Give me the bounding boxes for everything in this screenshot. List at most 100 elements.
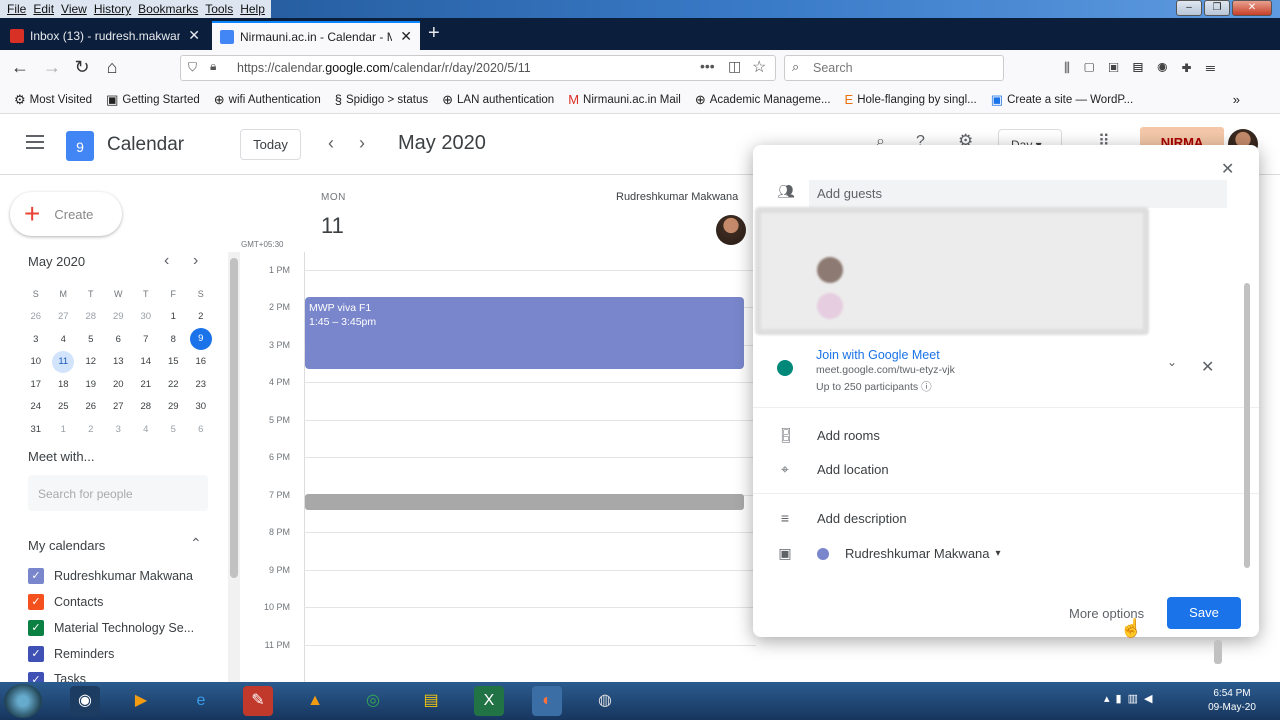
- day-number[interactable]: 11: [321, 213, 344, 239]
- lock-icon[interactable]: 🔒︎: [210, 59, 216, 74]
- next-day-icon[interactable]: ›: [359, 133, 365, 154]
- maximize-button[interactable]: ❐: [1204, 0, 1230, 16]
- info-icon[interactable]: ⓘ: [921, 381, 932, 393]
- mini-day[interactable]: 3: [105, 424, 133, 435]
- mini-day[interactable]: 27: [105, 401, 133, 412]
- mini-day[interactable]: 3: [22, 334, 50, 345]
- close-icon[interactable]: ✕: [400, 28, 412, 45]
- mini-day[interactable]: 4: [50, 334, 78, 345]
- reload-icon[interactable]: ↻: [70, 57, 94, 78]
- internet-explorer-icon[interactable]: e: [186, 686, 216, 716]
- tab-inbox[interactable]: Inbox (13) - rudresh.makwana@ ✕: [2, 21, 208, 50]
- bookmark-lan[interactable]: ⊕ LAN authentication: [442, 92, 554, 108]
- mini-day[interactable]: 6: [105, 334, 133, 345]
- bookmark-getting-started[interactable]: ▣ Getting Started: [106, 92, 200, 108]
- mini-day[interactable]: 5: [160, 424, 188, 435]
- calendar-item[interactable]: ✓ Reminders: [28, 646, 114, 662]
- back-icon[interactable]: ←: [8, 57, 32, 78]
- create-button[interactable]: + Create: [10, 192, 122, 236]
- checkbox-icon[interactable]: ✓: [28, 594, 44, 610]
- star-icon[interactable]: ☆: [752, 57, 766, 77]
- pocket-icon[interactable]: ◫: [728, 58, 741, 75]
- mini-day[interactable]: 21: [132, 379, 160, 390]
- page-scrollbar-thumb[interactable]: [1214, 640, 1222, 664]
- browser-search-input[interactable]: Search: [784, 55, 1004, 81]
- mini-day[interactable]: 1: [50, 424, 78, 435]
- previous-day-icon[interactable]: ‹: [328, 133, 334, 154]
- bookmark-hole-flanging[interactable]: E Hole-flanging by singl...: [845, 92, 977, 107]
- mini-day[interactable]: 24: [22, 401, 50, 412]
- mini-day[interactable]: 8: [160, 334, 188, 345]
- bookmark-mail[interactable]: M Nirmauni.ac.in Mail: [568, 92, 681, 107]
- forward-icon[interactable]: →: [40, 57, 64, 78]
- home-icon[interactable]: ⌂: [100, 57, 124, 78]
- mini-day[interactable]: 12: [77, 356, 105, 367]
- mini-day[interactable]: 2: [187, 311, 215, 322]
- mini-day[interactable]: 30: [187, 401, 215, 412]
- menu-edit[interactable]: Edit: [33, 2, 54, 16]
- menu-view[interactable]: View: [61, 2, 87, 16]
- mini-day[interactable]: 27: [50, 311, 78, 322]
- chevron-down-icon[interactable]: ⌄: [1167, 355, 1177, 369]
- mini-day[interactable]: 22: [160, 379, 188, 390]
- mini-day[interactable]: 6: [187, 424, 215, 435]
- bookmark-academic[interactable]: ⊕ Academic Manageme...: [695, 92, 831, 108]
- window-close-button[interactable]: ✕: [1232, 0, 1272, 16]
- save-button[interactable]: Save: [1167, 597, 1241, 629]
- today-button[interactable]: Today: [240, 129, 301, 160]
- mini-day-selected[interactable]: 11: [52, 350, 75, 373]
- add-description-row[interactable]: ≡ Add description: [777, 510, 907, 526]
- mini-day[interactable]: 17: [22, 379, 50, 390]
- mini-day[interactable]: 14: [132, 356, 160, 367]
- checkbox-icon[interactable]: ✓: [28, 620, 44, 636]
- add-location-row[interactable]: ⌖ Add location: [777, 461, 889, 478]
- mini-prev-icon[interactable]: ‹: [164, 252, 169, 270]
- menu-help[interactable]: Help: [240, 2, 265, 16]
- scrollbar-thumb[interactable]: [230, 258, 238, 578]
- menu-bookmarks[interactable]: Bookmarks: [138, 2, 198, 16]
- add-guests-input[interactable]: Add guests: [809, 180, 1227, 208]
- url-bar[interactable]: https://calendar. google.com/calendar/r/d…: [180, 55, 776, 81]
- mini-day[interactable]: 31: [22, 424, 50, 435]
- mini-day[interactable]: 26: [22, 311, 50, 322]
- scrollbar-thumb[interactable]: [1244, 283, 1250, 568]
- taskbar-app-icon[interactable]: ◉: [70, 686, 100, 716]
- menu-tools[interactable]: Tools: [205, 2, 233, 16]
- bookmarks-overflow-icon[interactable]: »: [1233, 92, 1240, 107]
- mini-day[interactable]: 30: [132, 311, 160, 322]
- mini-day[interactable]: 5: [77, 334, 105, 345]
- mini-day[interactable]: 13: [105, 356, 133, 367]
- bookmark-spidigo[interactable]: § Spidigo > status: [335, 92, 428, 107]
- toolbar-icons[interactable]: ⫼▢▣▤◉✚☰: [1064, 60, 1229, 76]
- pdf-app-icon[interactable]: ✎: [243, 686, 273, 716]
- obs-icon[interactable]: ◍: [590, 686, 620, 716]
- search-people-input[interactable]: Search for people: [28, 475, 208, 511]
- system-tray[interactable]: ▴▮▥◀: [1104, 692, 1158, 705]
- dialog-scrollbar[interactable]: [1243, 153, 1253, 593]
- mini-next-icon[interactable]: ›: [193, 252, 198, 270]
- checkbox-icon[interactable]: ✓: [28, 672, 44, 682]
- mini-day[interactable]: 26: [77, 401, 105, 412]
- mini-day[interactable]: 23: [187, 379, 215, 390]
- close-icon[interactable]: ✕: [188, 27, 200, 44]
- media-player-icon[interactable]: ▶: [126, 686, 156, 716]
- checkbox-icon[interactable]: ✓: [28, 646, 44, 662]
- mini-day[interactable]: 4: [132, 424, 160, 435]
- chrome-icon[interactable]: ◎: [358, 686, 388, 716]
- tab-calendar[interactable]: Nirmauni.ac.in - Calendar - Mo ✕: [212, 21, 420, 50]
- mini-day[interactable]: 29: [160, 401, 188, 412]
- collapse-icon[interactable]: ⌃: [190, 535, 202, 552]
- calendar-item[interactable]: ✓ Tasks: [28, 672, 86, 682]
- minimize-button[interactable]: –: [1176, 0, 1202, 16]
- bookmark-wifi[interactable]: ⊕ wifi Authentication: [214, 92, 321, 108]
- mini-day[interactable]: 10: [22, 356, 50, 367]
- mini-day[interactable]: 20: [105, 379, 133, 390]
- mini-day-today[interactable]: 9: [189, 328, 212, 351]
- menu-history[interactable]: History: [94, 2, 131, 16]
- mini-day[interactable]: 19: [77, 379, 105, 390]
- bookmark-wordpress[interactable]: ▣ Create a site — WordP...: [991, 92, 1133, 108]
- mini-day[interactable]: 7: [132, 334, 160, 345]
- new-tab-button[interactable]: +: [428, 22, 440, 45]
- calendar-item[interactable]: ✓ Contacts: [28, 594, 103, 610]
- mini-day[interactable]: 29: [105, 311, 133, 322]
